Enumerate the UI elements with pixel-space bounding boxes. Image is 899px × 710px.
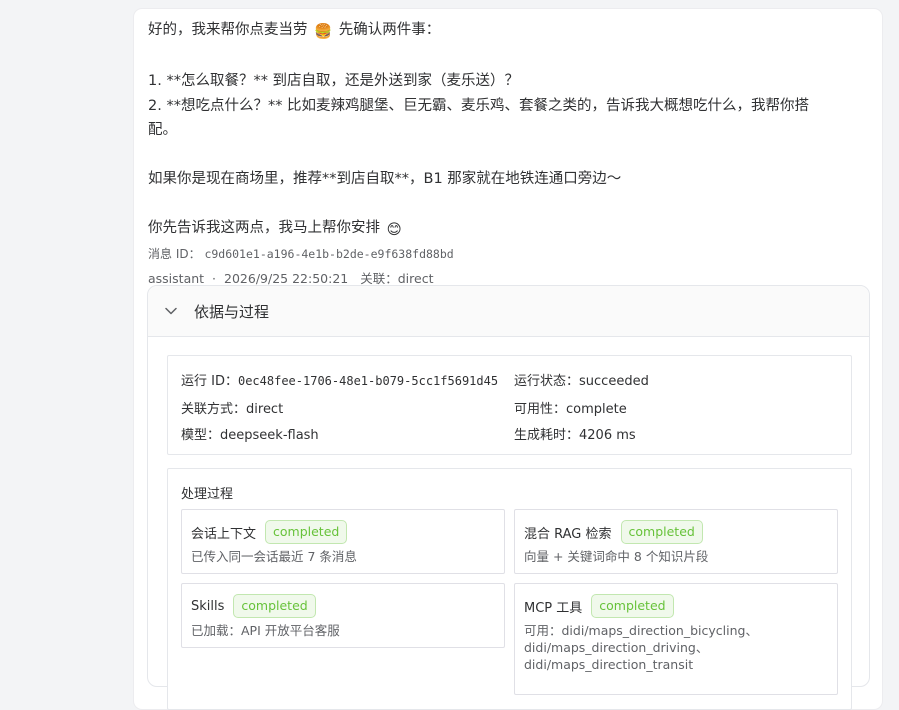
availability-row: 可用性：complete (514, 398, 627, 417)
chevron-down-icon[interactable] (148, 307, 194, 315)
status-badge: completed (591, 594, 674, 618)
step-title-row: 会话上下文 completed (191, 520, 348, 544)
step-title-row: MCP 工具 completed (524, 594, 674, 618)
gen-time-value: 4206 ms (579, 428, 636, 443)
step-card-skills: Skills completed 已加载：API 开放平台客服 (181, 583, 505, 648)
question-2-line-1: 2. **想吃点什么？** 比如麦辣鸡腿堡、巨无霸、麦乐鸡、套餐之类的，告诉我大… (148, 97, 810, 114)
message-id-label: 消息 ID： (148, 247, 201, 261)
greeting-text: 好的，我来帮你点麦当劳 (148, 22, 308, 38)
model-row: 模型：deepseek-flash (181, 424, 319, 443)
step-card-mcp: MCP 工具 completed 可用：didi/maps_direction_… (514, 583, 838, 695)
step-title: 混合 RAG 检索 (524, 526, 612, 542)
availability-label: 可用性： (514, 402, 567, 417)
burger-emoji-icon: 🍔 (314, 24, 333, 40)
run-status-label: 运行状态： (514, 374, 580, 389)
step-description: 已加载：API 开放平台客服 (191, 623, 340, 638)
run-id-value: 0ec48fee-1706-48e1-b079-5cc1f5691d45 (237, 374, 499, 388)
status-badge: completed (620, 520, 703, 544)
step-title: 会话上下文 (191, 526, 257, 542)
greeting-tail: 先确认两件事： (338, 22, 441, 38)
link-mode-label: 关联方式： (181, 402, 247, 417)
run-status-row: 运行状态：succeeded (514, 370, 649, 389)
run-status-value: succeeded (579, 374, 649, 389)
step-card-rag: 混合 RAG 检索 completed 向量 + 关键词命中 8 个知识片段 (514, 509, 838, 574)
availability-value: complete (566, 402, 627, 417)
step-description: 可用：didi/maps_direction_bicycling、didi/ma… (524, 623, 758, 672)
process-title: 处理过程 (181, 487, 234, 502)
step-card-session-context: 会话上下文 completed 已传入同一会话最近 7 条消息 (181, 509, 505, 574)
gen-time-row: 生成耗时：4206 ms (514, 424, 636, 443)
link-label: 关联： (360, 271, 398, 286)
link-mode-value: direct (246, 402, 284, 417)
suggestion-text: 如果你是现在商场里，推荐**到店自取**，B1 那家就在地铁连通口旁边～ (148, 171, 622, 187)
process-box: 处理过程 会话上下文 completed 已传入同一会话最近 7 条消息 混合 … (167, 468, 852, 710)
role-label: assistant (148, 271, 205, 286)
link-value: direct (397, 271, 434, 286)
step-title: Skills (191, 598, 225, 614)
status-badge: completed (233, 594, 316, 618)
question-2-line-2: 配。 (148, 122, 177, 138)
evidence-process-panel: 依据与过程 运行 ID：0ec48fee-1706-48e1-b079-5cc1… (147, 285, 870, 710)
panel-header-toggle[interactable]: 依据与过程 (148, 286, 869, 337)
step-description: 向量 + 关键词命中 8 个知识片段 (524, 549, 709, 564)
run-info-box: 运行 ID：0ec48fee-1706-48e1-b079-5cc1f5691d… (167, 355, 852, 455)
model-value: deepseek-flash (220, 428, 319, 443)
message-id: 消息 ID： c9d601e1-a196-4e1b-b2de-e9f638fd8… (148, 245, 454, 262)
status-badge: completed (265, 520, 348, 544)
run-id-label: 运行 ID： (181, 374, 238, 389)
step-title-row: Skills completed (191, 594, 316, 618)
gen-time-label: 生成耗时： (514, 428, 580, 443)
link-mode-row: 关联方式：direct (181, 398, 283, 417)
panel-title: 依据与过程 (194, 302, 270, 321)
model-label: 模型： (181, 428, 221, 443)
step-title: MCP 工具 (524, 600, 583, 616)
message-id-value: c9d601e1-a196-4e1b-b2de-e9f638fd88bd (204, 247, 454, 261)
assistant-message: 好的，我来帮你点麦当劳 🍔 先确认两件事： 1. **怎么取餐？** 到店自取，… (148, 18, 868, 243)
run-id-row: 运行 ID：0ec48fee-1706-48e1-b079-5cc1f5691d… (181, 370, 498, 389)
question-1: 1. **怎么取餐？** 到店自取，还是外送到家（麦乐送）？ (148, 73, 520, 89)
smile-emoji-icon: 😊 (386, 222, 402, 238)
meta-separator: · (212, 271, 217, 286)
step-title-row: 混合 RAG 检索 completed (524, 520, 703, 544)
step-description: 已传入同一会话最近 7 条消息 (191, 549, 357, 564)
closing-text: 你先告诉我这两点，我马上帮你安排 (148, 220, 380, 236)
timestamp: 2026/9/25 22:50:21 (224, 271, 349, 286)
